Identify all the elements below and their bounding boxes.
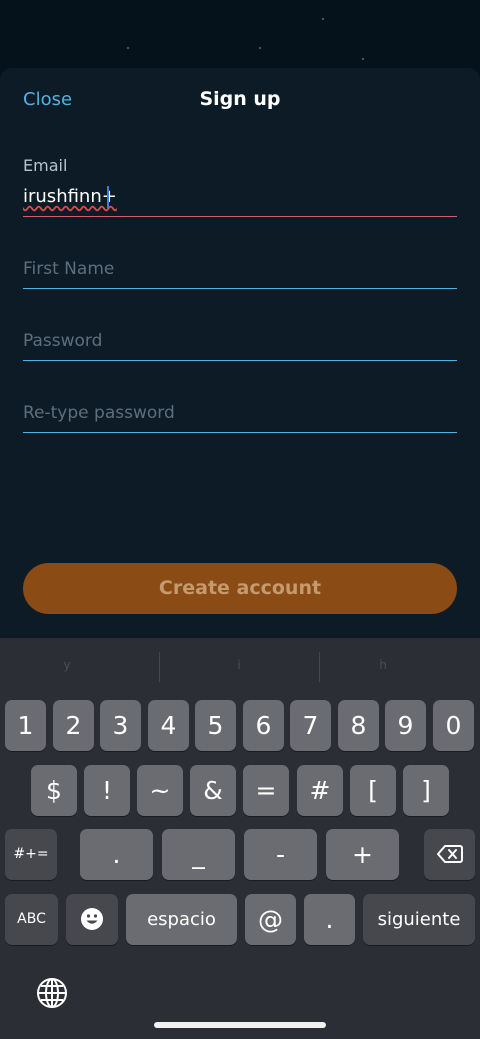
home-indicator[interactable] bbox=[154, 1022, 326, 1028]
key-dot[interactable]: . bbox=[304, 894, 355, 945]
key-period[interactable]: . bbox=[80, 829, 153, 880]
key-1[interactable]: 1 bbox=[5, 700, 46, 751]
key-exclamation[interactable]: ! bbox=[84, 765, 130, 816]
create-account-button[interactable]: Create account bbox=[23, 563, 457, 614]
first-name-field[interactable]: First Name bbox=[23, 259, 114, 279]
key-dollar[interactable]: $ bbox=[31, 765, 77, 816]
star bbox=[259, 47, 261, 49]
signup-sheet bbox=[0, 68, 480, 640]
suggestion-divider bbox=[159, 652, 160, 682]
email-field[interactable]: irushfinn+ bbox=[23, 186, 117, 207]
key-equals[interactable]: = bbox=[243, 765, 289, 816]
first-name-underline bbox=[23, 288, 457, 289]
key-tilde[interactable]: ~ bbox=[137, 765, 183, 816]
key-hash[interactable]: # bbox=[297, 765, 343, 816]
key-8[interactable]: 8 bbox=[338, 700, 379, 751]
abc-key[interactable]: ABC bbox=[5, 894, 58, 945]
key-at[interactable]: @ bbox=[245, 894, 296, 945]
symbols-toggle-key[interactable]: #+= bbox=[5, 829, 57, 880]
delete-key[interactable] bbox=[424, 829, 475, 880]
key-open-bracket[interactable]: [ bbox=[350, 765, 396, 816]
key-5[interactable]: 5 bbox=[195, 700, 236, 751]
emoji-key[interactable] bbox=[66, 894, 118, 945]
key-underscore[interactable]: _ bbox=[162, 829, 235, 880]
retype-password-field[interactable]: Re-type password bbox=[23, 403, 175, 423]
suggestion-item[interactable]: i bbox=[164, 658, 314, 672]
globe-button[interactable] bbox=[36, 977, 68, 1009]
globe-icon bbox=[37, 978, 67, 1008]
key-close-bracket[interactable]: ] bbox=[403, 765, 449, 816]
next-key[interactable]: siguiente bbox=[363, 894, 475, 945]
email-underline bbox=[23, 216, 457, 217]
key-2[interactable]: 2 bbox=[53, 700, 94, 751]
key-ampersand[interactable]: & bbox=[190, 765, 236, 816]
key-4[interactable]: 4 bbox=[148, 700, 189, 751]
text-caret bbox=[107, 186, 109, 208]
key-7[interactable]: 7 bbox=[290, 700, 331, 751]
space-key[interactable]: espacio bbox=[126, 894, 237, 945]
retype-password-underline bbox=[23, 432, 457, 433]
keyboard: y i h 1 2 3 4 5 6 7 8 9 0 $ ! ~ & = # [ … bbox=[0, 638, 480, 1039]
star bbox=[322, 18, 324, 20]
backspace-icon bbox=[436, 845, 463, 863]
key-9[interactable]: 9 bbox=[385, 700, 426, 751]
key-0[interactable]: 0 bbox=[433, 700, 474, 751]
password-underline bbox=[23, 360, 457, 361]
star bbox=[127, 47, 129, 49]
suggestion-item[interactable]: y bbox=[0, 658, 142, 672]
key-3[interactable]: 3 bbox=[100, 700, 141, 751]
star bbox=[362, 58, 364, 60]
suggestion-item[interactable]: h bbox=[308, 658, 458, 672]
key-hyphen[interactable]: - bbox=[244, 829, 317, 880]
key-6[interactable]: 6 bbox=[243, 700, 284, 751]
emoji-icon bbox=[81, 908, 103, 930]
page-title: Sign up bbox=[199, 88, 281, 110]
email-label: Email bbox=[23, 156, 68, 175]
password-field[interactable]: Password bbox=[23, 331, 102, 351]
key-plus[interactable]: + bbox=[326, 829, 399, 880]
